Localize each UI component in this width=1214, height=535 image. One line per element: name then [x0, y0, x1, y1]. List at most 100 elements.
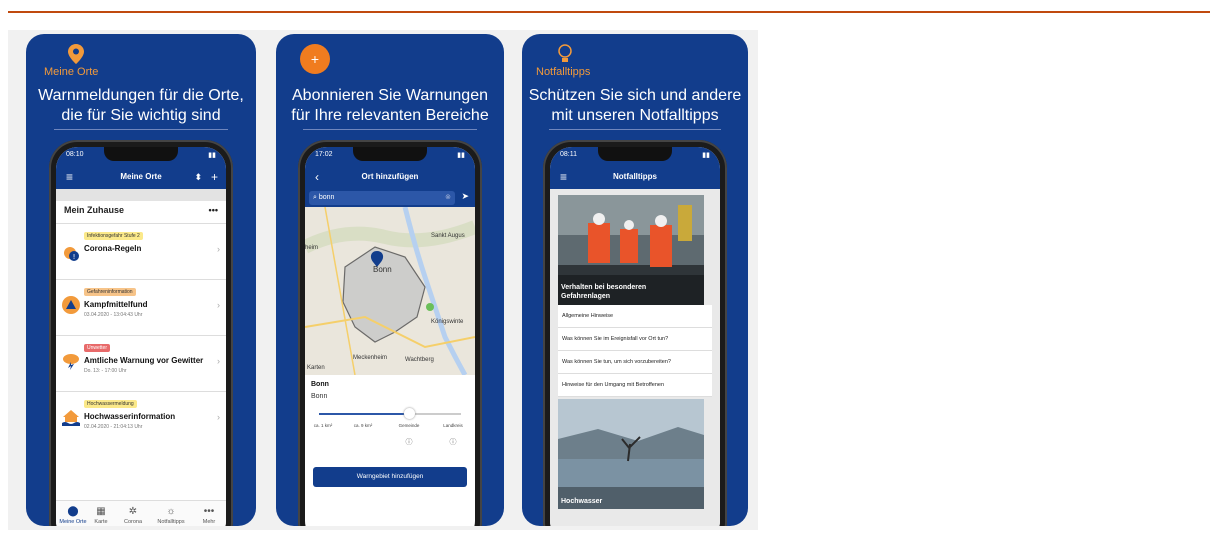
battery-icon: ▮▮: [702, 152, 710, 159]
item-title: Corona-Regeln: [84, 244, 142, 253]
slider-stop-label: Gemeinde: [398, 423, 420, 428]
status-badge: Hochwassermeldung: [84, 400, 137, 408]
headline-divider: [303, 129, 477, 130]
phone-frame: 08:11 ▮▮ ≡ Notfalltipps Verhalten bei be…: [543, 140, 727, 526]
virus-warning-icon: !: [64, 247, 79, 261]
slider-stop-label: ca. 1 km²: [313, 423, 333, 428]
phone-notch: [353, 147, 427, 161]
tip-link[interactable]: Hinweise für den Umgang mit Betroffenen: [558, 374, 712, 397]
item-title: Amtliche Warnung vor Gewitter: [84, 356, 204, 365]
headline-line-2: mit unseren Notfalltipps: [551, 107, 719, 124]
promo-card-meine-orte: Meine Orte Warnmeldungen für die Orte, d…: [26, 34, 256, 526]
map-label: Königswinte: [431, 319, 464, 325]
item-timestamp: 02.04.2020 - 21:04:13 Uhr: [84, 424, 143, 430]
tab-mehr[interactable]: ••• Mehr: [192, 505, 226, 525]
rescue-photo[interactable]: Verhalten bei besonderen Gefahrenlagen: [558, 195, 712, 305]
info-icon[interactable]: ⓘ: [393, 437, 425, 447]
lightbulb-icon: [558, 44, 572, 62]
sort-icon[interactable]: ⬍: [194, 165, 202, 189]
nav-bar: ≡ Notfalltipps: [550, 165, 720, 189]
info-icon[interactable]: ⓘ: [437, 437, 469, 447]
virus-icon: ✲: [128, 506, 138, 517]
tab-label: Karte: [94, 519, 108, 525]
tab-label: Notfalltipps: [157, 519, 185, 525]
tip-link[interactable]: Allgemeine Hinweise: [558, 305, 712, 328]
top-divider-line: [8, 11, 1210, 13]
battery-icon: ▮▮: [208, 152, 216, 159]
area-size-slider[interactable]: [319, 408, 461, 419]
card-tag: Meine Orte: [44, 66, 99, 78]
status-badge: Gefahreninformation: [84, 288, 136, 296]
headline-divider: [549, 129, 721, 130]
search-value: bonn: [318, 194, 335, 201]
section-title: Mein Zuhause •••: [64, 205, 218, 215]
caption-line-2: Gefahrenlagen: [561, 293, 611, 300]
photo-caption: Hochwasser: [561, 498, 603, 505]
add-warning-area-button[interactable]: Warngebiet hinzufügen: [313, 467, 467, 487]
more-icon: •••: [203, 506, 215, 517]
search-icon: ⌕: [313, 194, 317, 201]
headline-line-1: Schützen Sie sich und andere: [528, 87, 742, 104]
flood-house-icon: [62, 410, 80, 426]
slider-handle[interactable]: [404, 408, 416, 419]
headline-line-2: für Ihre relevanten Bereiche: [291, 107, 489, 124]
phone-screen: 08:10 ▮▮ ≡ Meine Orte ⬍ + Mein Zuhause •…: [56, 147, 226, 526]
phone-notch: [598, 147, 672, 161]
caption-line-1: Verhalten bei besonderen: [561, 284, 647, 291]
tab-label: Mehr: [202, 519, 216, 525]
tab-label: Meine Orte: [59, 519, 87, 525]
list-item[interactable]: Gefahreninformation Kampfmittelfund 03.0…: [56, 279, 226, 336]
menu-icon[interactable]: ≡: [560, 165, 567, 189]
header-spacer: [56, 189, 226, 201]
search-input[interactable]: ⌕ bonn: [309, 191, 455, 205]
slider-fill: [319, 413, 410, 415]
tip-link[interactable]: Was können Sie tun, um sich vorzubereite…: [558, 351, 712, 374]
status-time: 17:02: [315, 151, 333, 158]
map-view[interactable]: Bonn Sankt Augus Königswinte Meckenheim …: [305, 207, 475, 375]
status-badge: Unwetter: [84, 344, 111, 352]
nav-title: Notfalltipps: [613, 172, 657, 181]
tab-notfalltipps[interactable]: ☼ Notfalltipps: [154, 505, 188, 525]
item-timestamp: Do. 13: - 17:00 Uhr: [84, 368, 127, 374]
headline-divider: [53, 129, 229, 130]
item-title: Kampfmittelfund: [84, 300, 148, 309]
thunderstorm-icon: [63, 354, 79, 370]
list-item[interactable]: Hochwassermeldung Hochwasserinformation …: [56, 391, 226, 448]
back-chevron-icon[interactable]: ‹: [315, 165, 319, 189]
menu-icon[interactable]: ≡: [66, 165, 73, 189]
map-label: Meckenheim: [353, 355, 388, 361]
place-subtitle: Bonn: [311, 393, 328, 400]
battery-icon: ▮▮: [457, 152, 465, 159]
search-bar: ⌕ bonn ⊗ ➤: [305, 189, 475, 207]
hazard-triangle-icon: [62, 296, 80, 314]
map-icon: ▦: [96, 506, 106, 517]
chevron-right-icon: ›: [217, 244, 220, 254]
flood-photo[interactable]: Hochwasser: [558, 399, 712, 509]
chevron-right-icon: ›: [217, 300, 220, 310]
item-title: Hochwasserinformation: [84, 412, 176, 421]
place-title: Bonn: [311, 381, 329, 388]
phone-frame: 08:10 ▮▮ ≡ Meine Orte ⬍ + Mein Zuhause •…: [49, 140, 233, 526]
list-item[interactable]: ! Infektionsgefahr Stufe 2 Corona-Regeln…: [56, 223, 226, 280]
headline-line-1: Abonnieren Sie Warnungen: [292, 87, 488, 104]
flood-photo-image: [558, 399, 704, 509]
phone-notch: [104, 147, 178, 161]
location-arrow-icon[interactable]: ➤: [461, 191, 469, 202]
phone-frame: 17:02 ▮▮ ‹ Ort hinzufügen ⌕ bonn ⊗ ➤ Bon…: [298, 140, 482, 526]
map-label: heim: [305, 245, 319, 251]
clear-icon[interactable]: ⊗: [445, 193, 451, 201]
tab-corona[interactable]: ✲ Corona: [116, 505, 150, 525]
status-time: 08:11: [560, 151, 577, 158]
more-options-icon[interactable]: •••: [209, 205, 218, 215]
tip-link[interactable]: Was können Sie im Ereignisfall vor Ort t…: [558, 328, 712, 351]
add-icon[interactable]: +: [211, 165, 218, 189]
nav-title: Meine Orte: [120, 172, 162, 181]
list-item[interactable]: Unwetter Amtliche Warnung vor Gewitter D…: [56, 335, 226, 392]
chevron-right-icon: ›: [217, 412, 220, 422]
chevron-right-icon: ›: [217, 356, 220, 366]
plus-glyph: +: [310, 51, 320, 67]
tab-karte[interactable]: ▦ Karte: [84, 505, 118, 525]
tips-link-list: Allgemeine Hinweise Was können Sie im Er…: [558, 305, 712, 397]
promo-card-abonnieren: + Abonnieren Sie Warnungen für Ihre rele…: [276, 34, 504, 526]
promo-card-notfalltipps: Notfalltipps Schützen Sie sich und ander…: [522, 34, 748, 526]
